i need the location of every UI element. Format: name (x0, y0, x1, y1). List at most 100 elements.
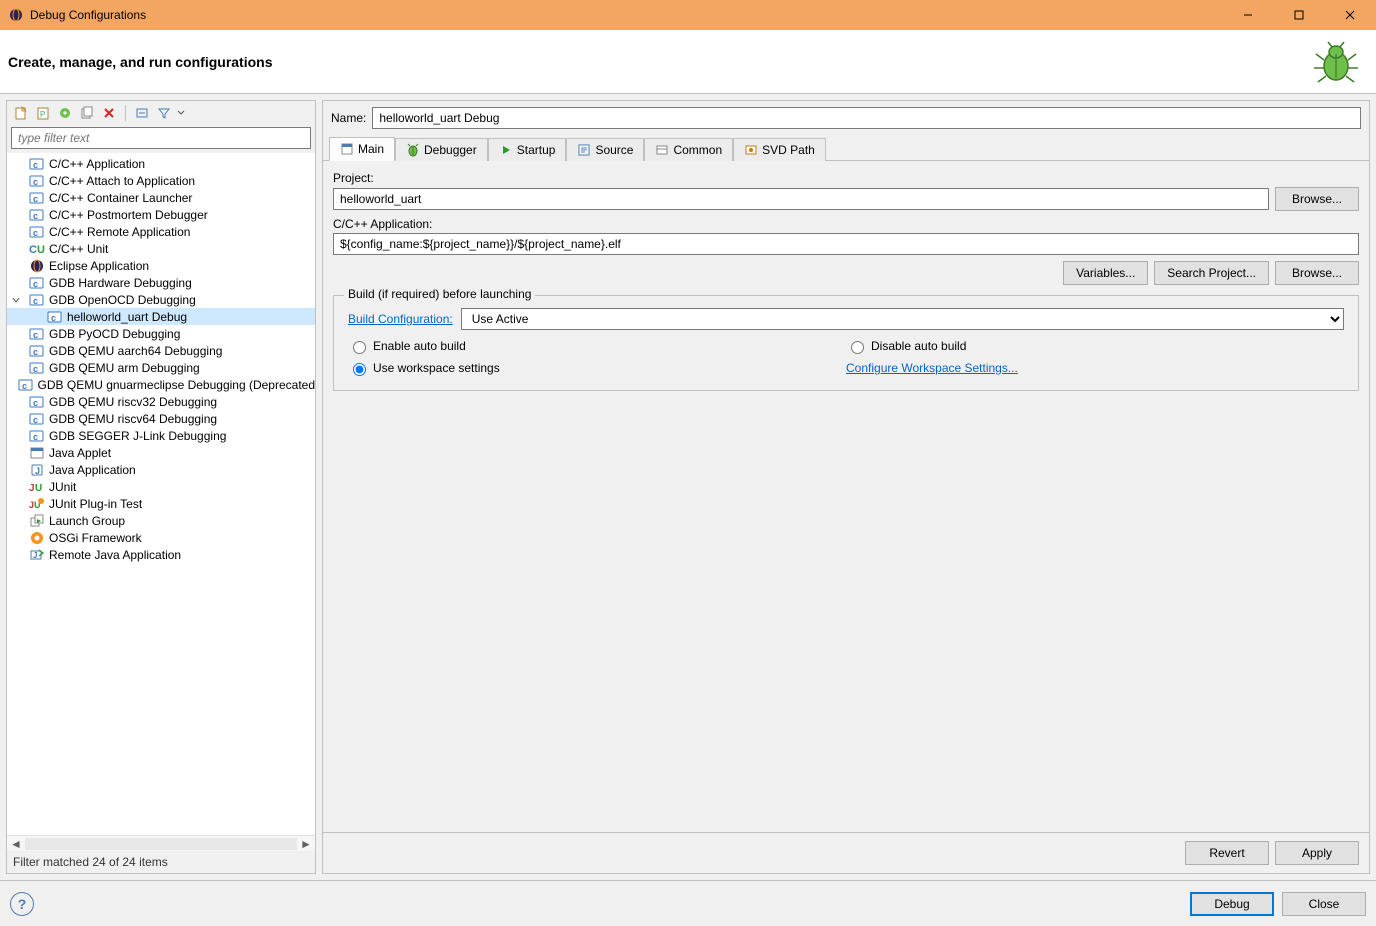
delete-config-icon[interactable] (99, 103, 119, 123)
tree-node[interactable]: OSGi Framework (7, 529, 315, 546)
tree-node[interactable]: cGDB OpenOCD Debugging (7, 291, 315, 308)
tree-node-label: GDB QEMU gnuarmeclipse Debugging (Deprec… (38, 378, 315, 392)
tree-node[interactable]: c GDB PyOCD Debugging (7, 325, 315, 342)
apply-button[interactable]: Apply (1275, 841, 1359, 865)
build-groupbox: Build (if required) before launching Bui… (333, 295, 1359, 391)
radio-enable-label: Enable auto build (373, 339, 466, 353)
tree-node[interactable]: JRemote Java Application (7, 546, 315, 563)
tree-node[interactable]: JUJUnit Plug-in Test (7, 495, 315, 512)
tree-node[interactable]: cC/C++ Application (7, 155, 315, 172)
filter-input[interactable] (11, 127, 311, 149)
duplicate-config-icon[interactable] (77, 103, 97, 123)
build-config-select[interactable]: Use Active (461, 308, 1344, 330)
close-button[interactable] (1327, 0, 1372, 30)
tree-node-label: Java Applet (49, 446, 111, 460)
tree-node[interactable]: c GDB QEMU aarch64 Debugging (7, 342, 315, 359)
tree-node[interactable]: Launch Group (7, 512, 315, 529)
filter-dropdown-icon[interactable] (176, 103, 186, 123)
debug-button[interactable]: Debug (1190, 892, 1274, 916)
new-prototype-icon[interactable]: P (33, 103, 53, 123)
c-icon: c (29, 428, 45, 444)
tab-svd-path[interactable]: SVD Path (733, 138, 826, 161)
tree-node[interactable]: cC/C++ Container Launcher (7, 189, 315, 206)
revert-button[interactable]: Revert (1185, 841, 1269, 865)
tree-node[interactable]: cC/C++ Postmortem Debugger (7, 206, 315, 223)
configure-workspace-link[interactable]: Configure Workspace Settings... (846, 361, 1018, 375)
close-dialog-button[interactable]: Close (1282, 892, 1366, 916)
tree-node[interactable]: CUC/C++ Unit (7, 240, 315, 257)
c-icon: c (29, 292, 45, 308)
tree-node-label: C/C++ Container Launcher (49, 191, 192, 205)
config-tree[interactable]: cC/C++ ApplicationcC/C++ Attach to Appli… (7, 153, 315, 835)
svg-text:c: c (33, 330, 38, 340)
tab-main[interactable]: Main (329, 137, 395, 161)
tab-label: Common (673, 143, 722, 157)
tree-node[interactable]: cC/C++ Remote Application (7, 223, 315, 240)
tree-node[interactable]: cGDB QEMU arm Debugging (7, 359, 315, 376)
c-icon: c (29, 360, 45, 376)
filter-icon[interactable] (154, 103, 174, 123)
tab-source[interactable]: Source (566, 138, 644, 161)
svg-text:c: c (33, 177, 38, 187)
tab-label: Startup (517, 143, 556, 157)
svg-text:c: c (33, 347, 38, 357)
tree-node-selected[interactable]: chelloworld_uart Debug (7, 308, 315, 325)
application-browse-button[interactable]: Browse... (1275, 261, 1359, 285)
tree-node[interactable]: JJava Application (7, 461, 315, 478)
tab-icon (406, 143, 420, 157)
tree-node-label: GDB PyOCD Debugging (49, 327, 180, 341)
radio-disable-input[interactable] (851, 341, 864, 354)
new-config-icon[interactable] (11, 103, 31, 123)
tree-node[interactable]: cGDB QEMU gnuarmeclipse Debugging (Depre… (7, 376, 315, 393)
tree-node-label: Java Application (49, 463, 136, 477)
radio-enable-input[interactable] (353, 341, 366, 354)
project-field[interactable] (333, 188, 1269, 210)
toolbar-separator (125, 105, 126, 121)
project-browse-button[interactable]: Browse... (1275, 187, 1359, 211)
tree-node-label: OSGi Framework (49, 531, 142, 545)
tree-horiz-scrollbar[interactable]: ◄ ► (7, 835, 315, 851)
application-field[interactable] (333, 233, 1359, 255)
tree-node[interactable]: Java Applet (7, 444, 315, 461)
export-config-icon[interactable] (55, 103, 75, 123)
editor-button-bar: Revert Apply (323, 832, 1369, 873)
radio-enable-auto-build[interactable]: Enable auto build (348, 338, 846, 354)
svg-text:U: U (35, 483, 42, 494)
c-icon: c (29, 207, 45, 223)
c-icon: c (29, 275, 45, 291)
tab-startup[interactable]: Startup (488, 138, 567, 161)
tree-node[interactable]: cGDB SEGGER J-Link Debugging (7, 427, 315, 444)
tree-node-label: GDB QEMU aarch64 Debugging (49, 344, 222, 358)
junit-icon: JU (29, 479, 45, 495)
name-field[interactable] (372, 107, 1361, 129)
scroll-right-icon[interactable]: ► (299, 837, 313, 851)
tree-node[interactable]: JUJUnit (7, 478, 315, 495)
tree-node-label: C/C++ Remote Application (49, 225, 190, 239)
tree-node-label: C/C++ Application (49, 157, 145, 171)
tree-twisty-icon[interactable] (11, 295, 25, 305)
radio-use-workspace[interactable]: Use workspace settings (348, 360, 846, 376)
maximize-button[interactable] (1276, 0, 1321, 30)
radio-workspace-input[interactable] (353, 363, 366, 376)
tree-node[interactable]: cGDB Hardware Debugging (7, 274, 315, 291)
tab-common[interactable]: Common (644, 138, 733, 161)
scroll-left-icon[interactable]: ◄ (9, 837, 23, 851)
collapse-all-icon[interactable] (132, 103, 152, 123)
help-icon[interactable]: ? (10, 892, 34, 916)
remote-java-icon: J (29, 547, 45, 563)
radio-disable-auto-build[interactable]: Disable auto build (846, 338, 1344, 354)
scroll-track[interactable] (25, 838, 297, 850)
tree-node[interactable]: Eclipse Application (7, 257, 315, 274)
tab-icon (577, 143, 591, 157)
c-icon: c (47, 309, 63, 325)
tree-node[interactable]: cC/C++ Attach to Application (7, 172, 315, 189)
tree-node[interactable]: cGDB QEMU riscv32 Debugging (7, 393, 315, 410)
variables-button[interactable]: Variables... (1063, 261, 1148, 285)
main-tab-content: Project: Browse... C/C++ Application: Va… (323, 161, 1369, 832)
tree-node[interactable]: cGDB QEMU riscv64 Debugging (7, 410, 315, 427)
build-config-link[interactable]: Build Configuration: (348, 312, 453, 326)
tab-debugger[interactable]: Debugger (395, 138, 488, 161)
svg-text:c: c (51, 313, 56, 323)
search-project-button[interactable]: Search Project... (1154, 261, 1269, 285)
minimize-button[interactable] (1225, 0, 1270, 30)
